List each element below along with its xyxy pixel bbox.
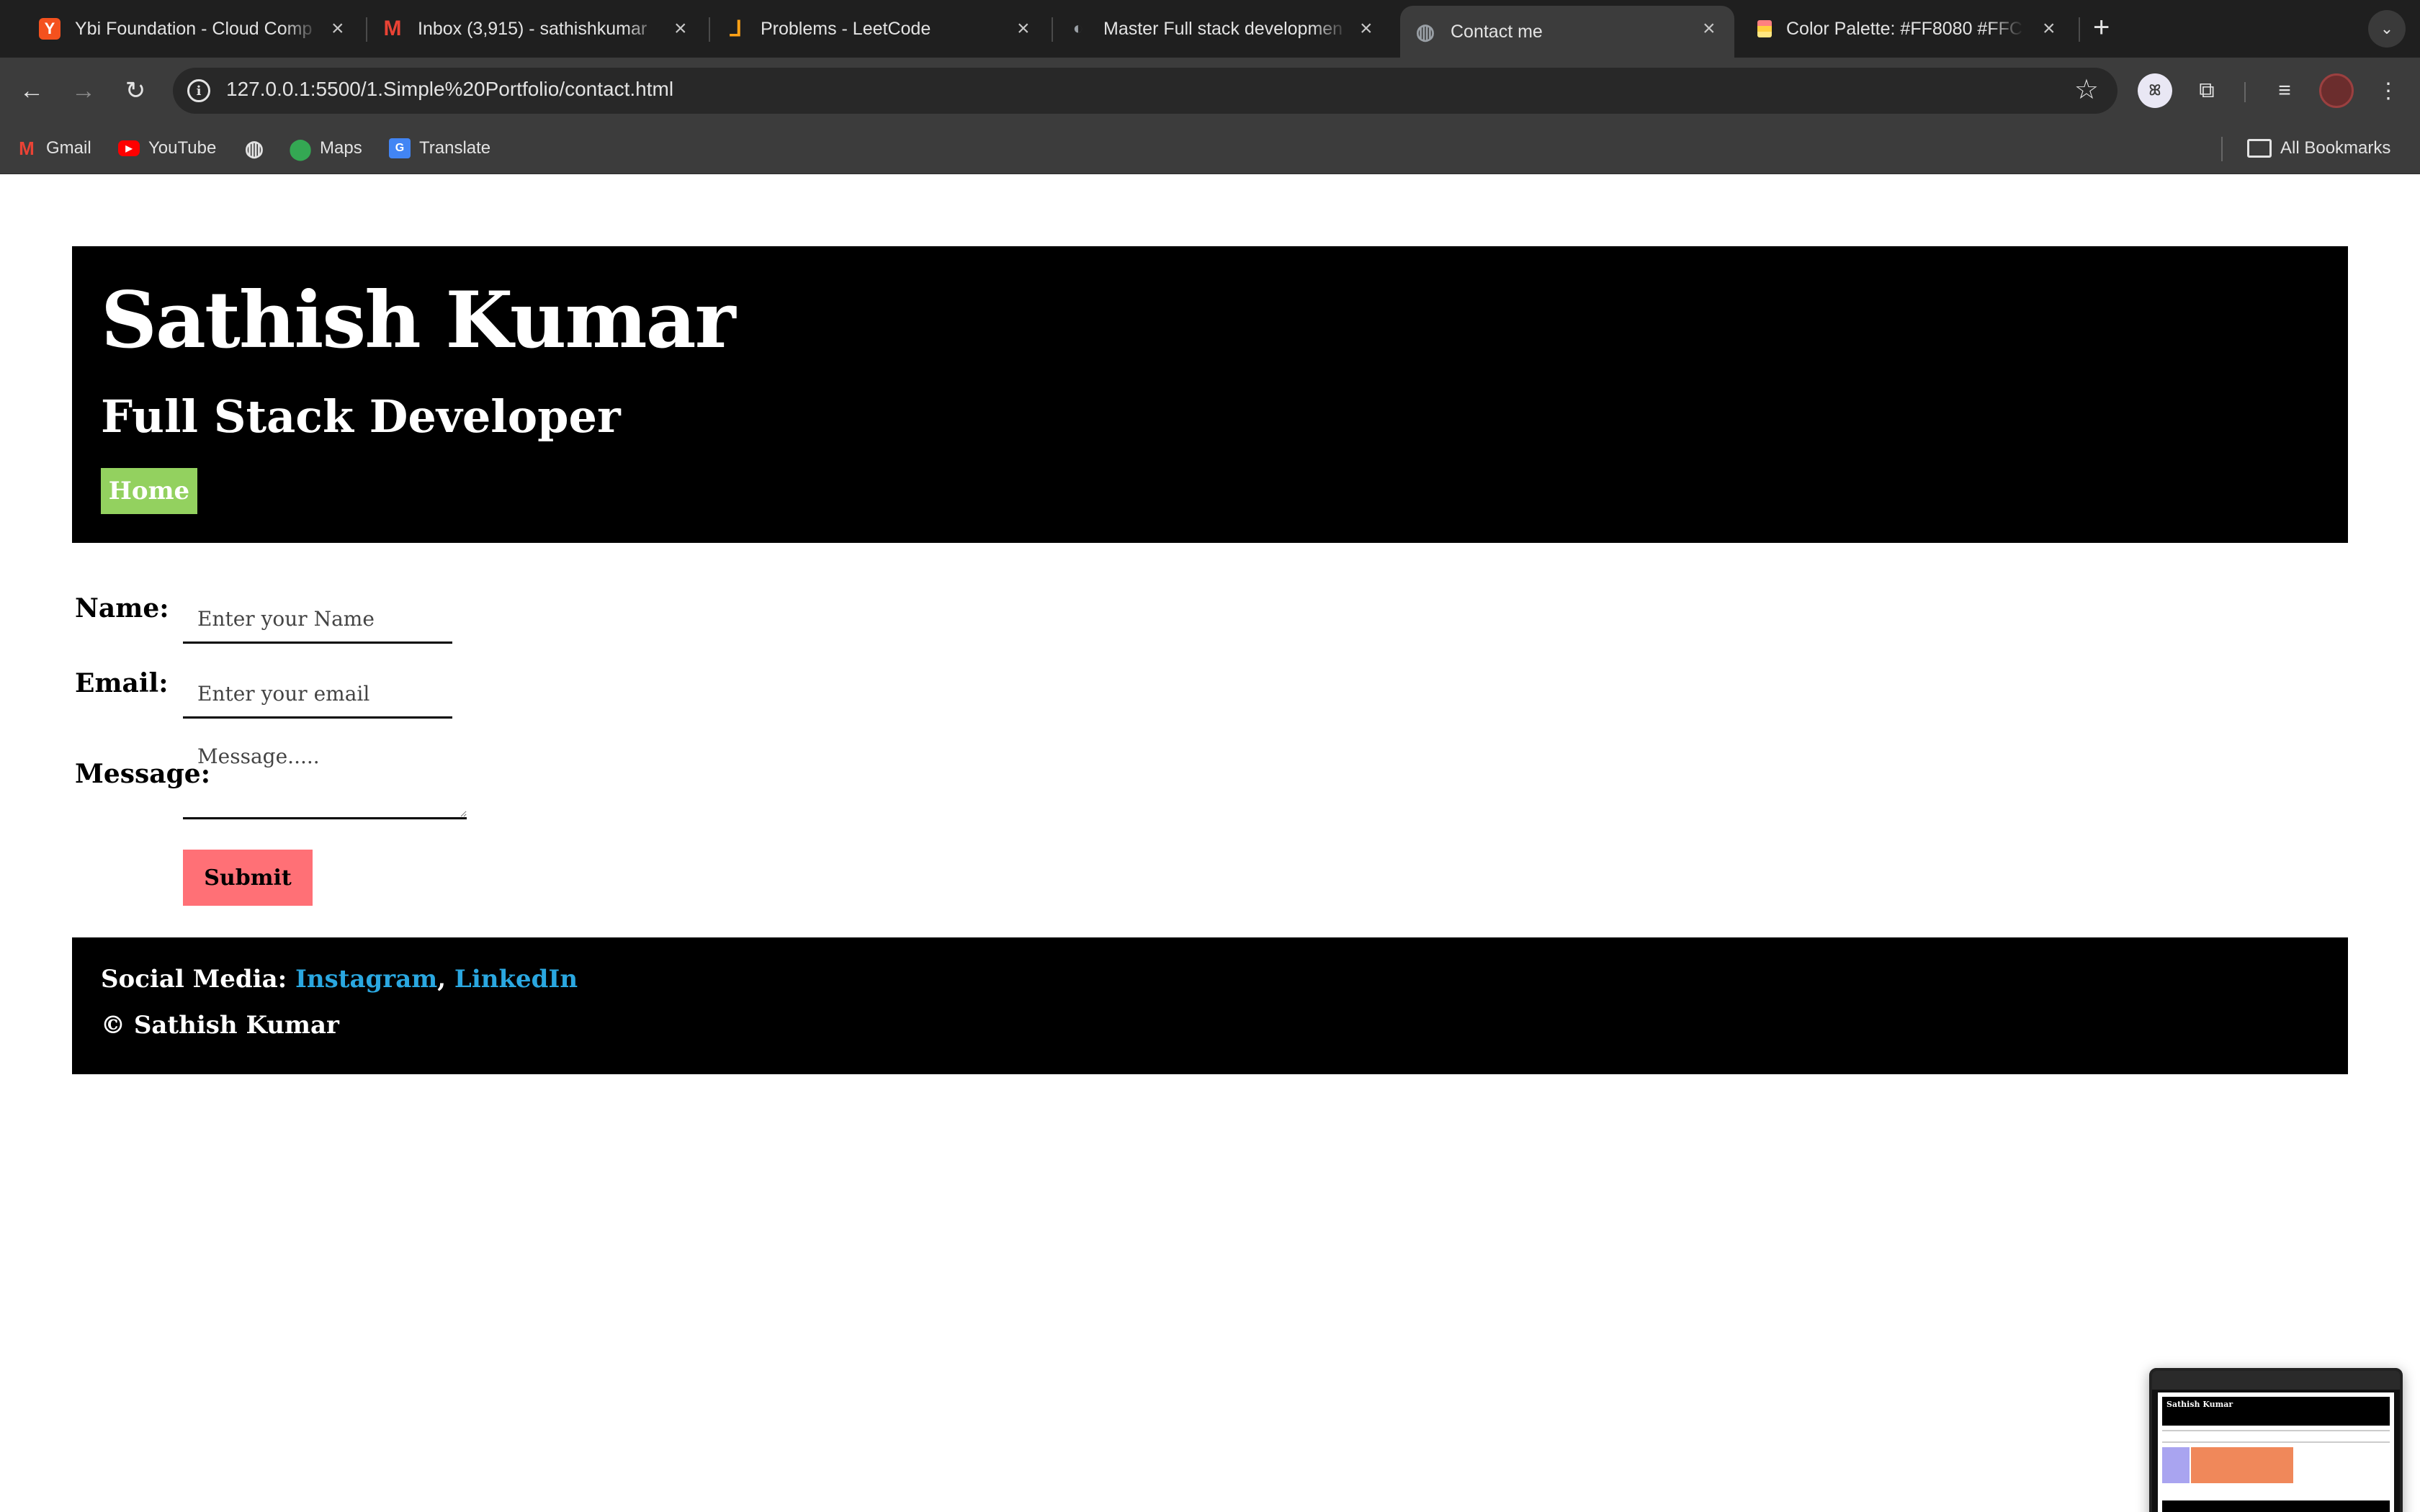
email-input[interactable] [183,671,452,719]
thumbnail-orange-block [2191,1447,2293,1483]
thumbnail-title: Sathish Kumar [2166,1400,2233,1409]
site-info-icon[interactable]: i [187,79,210,102]
tab-divider [2079,17,2080,42]
social-media-label: Social Media: [101,965,287,994]
course-icon: ◐ [1072,19,1084,38]
ybi-icon: Y [39,18,60,40]
bookmark-label: Maps [320,138,362,158]
palette-icon [1757,20,1772,37]
all-bookmarks-label: All Bookmarks [2280,138,2391,158]
bookmarks-bar: M Gmail ▶ YouTube ◍ ⬤ Maps G Translate A… [0,124,2420,174]
tab-contact-me[interactable]: ◍ Contact me × [1400,6,1734,58]
tab-color-palette[interactable]: Color Palette: #FF8080 #FFC × [1718,6,2056,52]
reload-icon[interactable]: ↻ [117,72,154,109]
email-label: Email: [75,668,169,698]
home-nav-link[interactable]: Home [101,468,197,514]
globe-icon: ◍ [244,136,264,161]
thumbnail-header: Sathish Kumar [2162,1397,2390,1426]
extension-avatar-icon[interactable]: ꕤ [2138,73,2172,108]
maps-icon: ⬤ [289,137,312,160]
youtube-icon: ▶ [118,140,140,156]
back-arrow-icon[interactable]: ← [13,72,50,109]
tab-search-chevron-down-icon[interactable]: ⌄ [2368,10,2406,48]
globe-icon: ◍ [1415,19,1435,44]
bookmark-maps[interactable]: ⬤ Maps [289,135,362,161]
gmail-icon: M [383,17,402,40]
site-title: Sathish Kumar [101,275,736,366]
bookmark-globe[interactable]: ◍ [243,135,274,161]
extensions-puzzle-icon[interactable]: ⧉ [2190,73,2224,108]
site-subtitle: Full Stack Developer [101,390,621,443]
thumbnail-text-block [2162,1430,2390,1443]
tab-title: Master Full stack developmen [1103,18,1343,39]
site-header: Sathish Kumar Full Stack Developer Home [72,246,2348,543]
window-preview-thumbnail[interactable]: Sathish Kumar [2149,1368,2403,1512]
profile-avatar[interactable] [2319,73,2354,108]
bookmark-gmail[interactable]: M Gmail [16,135,91,161]
name-input[interactable] [183,596,452,644]
browser-toolbar: ← → ↻ i 127.0.0.1:5500/1.Simple%20Portfo… [0,58,2420,124]
bookmark-label: Gmail [46,138,91,158]
menu-kebab-icon[interactable]: ⋮ [2371,73,2406,108]
new-tab-plus-icon[interactable]: + [2093,13,2110,42]
thumbnail-footer [2162,1500,2390,1512]
social-media-line: Social Media: Instagram, LinkedIn [101,965,578,994]
tab-leetcode[interactable]: ᒧ Problems - LeetCode × [686,6,1030,52]
thumbnail-chrome [2152,1371,2400,1390]
bookmarks-divider [2221,137,2223,161]
bookmark-translate[interactable]: G Translate [389,135,490,161]
bookmark-youtube[interactable]: ▶ YouTube [118,135,216,161]
name-label: Name: [75,593,169,624]
instagram-link[interactable]: Instagram [295,965,437,994]
tab-title: Ybi Foundation - Cloud Comp [75,18,313,39]
tab-title: Contact me [1451,21,1543,42]
toolbar-divider [2244,82,2246,102]
bookmark-label: YouTube [148,138,217,158]
tab-title: Inbox (3,915) - sathishkumar [418,18,647,39]
tab-title: Problems - LeetCode [761,18,931,39]
page-content: Sathish Kumar Full Stack Developer Home … [0,174,2420,1512]
leetcode-icon: ᒧ [728,17,743,41]
linkedin-link[interactable]: LinkedIn [454,965,578,994]
copyright-text: © Sathish Kumar [101,1011,339,1040]
url-text[interactable]: 127.0.0.1:5500/1.Simple%20Portfolio/cont… [226,78,673,101]
submit-button[interactable]: Submit [183,850,313,906]
all-bookmarks-button[interactable]: All Bookmarks [2247,135,2390,161]
close-icon[interactable]: × [1703,16,1718,42]
site-footer: Social Media: Instagram, LinkedIn © Sath… [72,937,2348,1074]
media-playlist-icon[interactable]: ≡ [2267,73,2302,108]
thumbnail-purple-block [2162,1447,2190,1483]
tab-master-full-stack[interactable]: ◐ Master Full stack developmen × [1028,6,1373,52]
folder-icon [2247,139,2272,158]
forward-arrow-icon[interactable]: → [65,72,102,109]
tab-strip: Y Ybi Foundation - Cloud Comp × M Inbox … [0,0,2420,58]
tab-ybi-foundation[interactable]: Y Ybi Foundation - Cloud Comp × [0,6,344,52]
bookmark-label: Translate [419,138,491,158]
tab-gmail-inbox[interactable]: M Inbox (3,915) - sathishkumar × [343,6,687,52]
message-textarea[interactable] [183,734,467,819]
tab-title: Color Palette: #FF8080 #FFC [1786,18,2022,39]
link-separator: , [437,965,447,994]
translate-icon: G [389,138,411,158]
gmail-icon: M [19,137,35,159]
address-bar[interactable]: i 127.0.0.1:5500/1.Simple%20Portfolio/co… [173,68,2118,114]
bookmark-star-icon[interactable]: ☆ [2074,73,2099,106]
thumbnail-page: Sathish Kumar [2158,1392,2394,1512]
